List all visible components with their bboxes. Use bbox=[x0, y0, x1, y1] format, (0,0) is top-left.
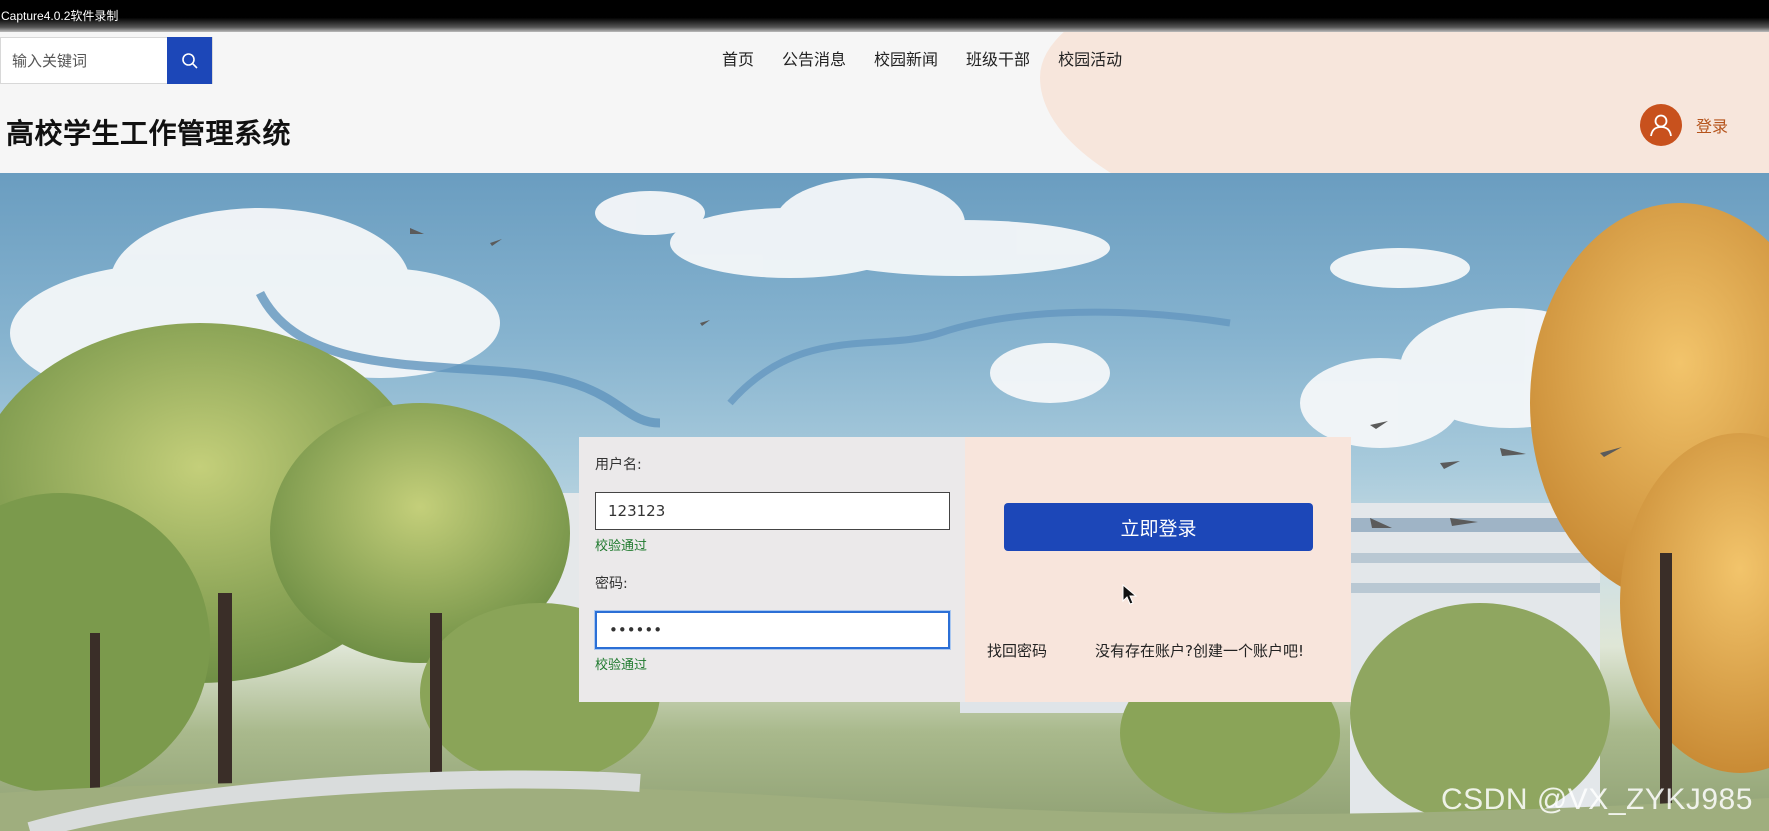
login-action-panel: 立即登录 找回密码 没有存在账户?创建一个账户吧! bbox=[965, 437, 1351, 702]
login-form-panel: 用户名: 校验通过 密码: 校验通过 bbox=[579, 437, 965, 702]
site-title: 高校学生工作管理系统 bbox=[6, 117, 292, 150]
search-icon bbox=[181, 52, 198, 69]
site-header: 首页 公告消息 校园新闻 班级干部 校园活动 高校学生工作管理系统 登录 bbox=[0, 32, 1769, 173]
nav-item-home[interactable]: 首页 bbox=[722, 46, 754, 70]
username-label: 用户名: bbox=[595, 457, 642, 473]
search-input[interactable] bbox=[1, 38, 167, 83]
watermark: CSDN @VX_ZYKJ985 bbox=[1441, 783, 1753, 816]
recorder-title-bar: Capture4.0.2软件录制 bbox=[0, 0, 1769, 32]
recorder-title: Capture4.0.2软件录制 bbox=[1, 9, 119, 23]
user-area: 登录 bbox=[1640, 104, 1728, 146]
user-icon bbox=[1650, 114, 1672, 137]
login-card: 用户名: 校验通过 密码: 校验通过 立即登录 找回密码 没有存在账户?创建一个… bbox=[579, 437, 1351, 702]
nav-item-campus-activities[interactable]: 校园活动 bbox=[1058, 46, 1122, 70]
search-box bbox=[0, 37, 213, 84]
forgot-password-link[interactable]: 找回密码 bbox=[987, 640, 1047, 661]
nav-item-announcements[interactable]: 公告消息 bbox=[782, 46, 846, 70]
avatar[interactable] bbox=[1640, 104, 1682, 146]
login-submit-button[interactable]: 立即登录 bbox=[1004, 503, 1313, 551]
password-label: 密码: bbox=[595, 576, 628, 592]
search-button[interactable] bbox=[167, 37, 212, 84]
nav-item-class-cadres[interactable]: 班级干部 bbox=[966, 46, 1030, 70]
register-link[interactable]: 没有存在账户?创建一个账户吧! bbox=[1095, 640, 1304, 661]
main-nav: 首页 公告消息 校园新闻 班级干部 校园活动 bbox=[722, 46, 1150, 70]
password-status: 校验通过 bbox=[595, 658, 648, 673]
username-status: 校验通过 bbox=[595, 539, 648, 554]
mouse-cursor-icon bbox=[1122, 584, 1138, 605]
username-input[interactable] bbox=[595, 492, 950, 530]
password-input[interactable] bbox=[595, 611, 950, 649]
trees-left bbox=[0, 323, 660, 831]
header-login-link[interactable]: 登录 bbox=[1696, 113, 1728, 137]
nav-item-campus-news[interactable]: 校园新闻 bbox=[874, 46, 938, 70]
